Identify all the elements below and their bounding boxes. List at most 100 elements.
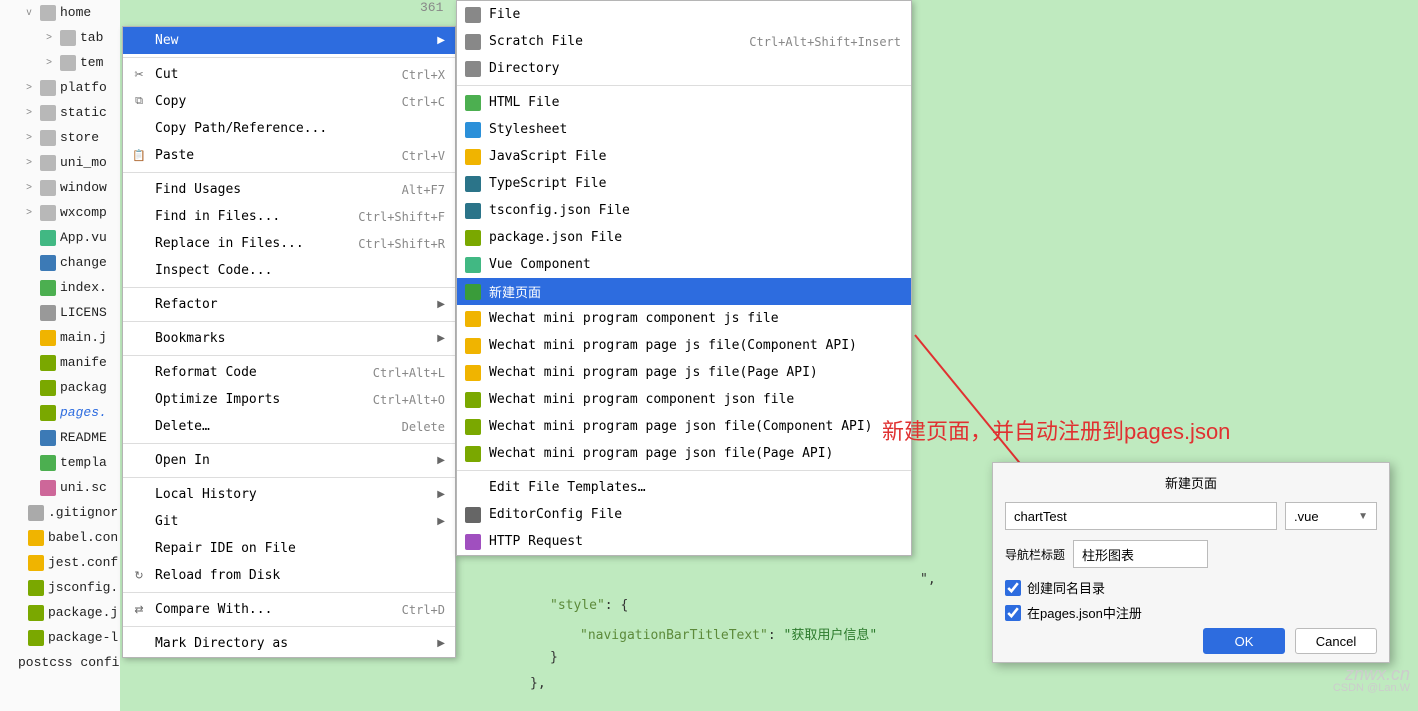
submenu-item[interactable]: JavaScript File [457,143,911,170]
folder-icon [60,30,76,46]
tree-item[interactable]: >platfo [0,75,120,100]
menu-item[interactable]: Find UsagesAlt+F7 [123,176,455,203]
tree-item-label: jest.conf [48,555,118,570]
submenu-item[interactable]: Wechat mini program page json file(Compo… [457,413,911,440]
tree-item[interactable]: vhome [0,0,120,25]
submenu-item[interactable]: Wechat mini program page json file(Page … [457,440,911,467]
submenu-item[interactable]: Wechat mini program component js file [457,305,911,332]
submenu-item[interactable]: Wechat mini program component json file [457,386,911,413]
tree-item[interactable]: postcss config is [0,650,120,675]
submenu-item[interactable]: Edit File Templates… [457,474,911,501]
menu-item[interactable]: Repair IDE on File [123,535,455,562]
tree-item[interactable]: change [0,250,120,275]
ok-button[interactable]: OK [1203,628,1285,654]
tree-item[interactable]: index. [0,275,120,300]
submenu-item[interactable]: Vue Component [457,251,911,278]
filetype-icon [465,338,481,354]
menu-label: Cut [155,67,394,82]
menu-label: Delete… [155,419,394,434]
submenu-item[interactable]: TypeScript File [457,170,911,197]
menu-item[interactable]: Mark Directory as▶ [123,630,455,657]
submenu-item[interactable]: EditorConfig File [457,501,911,528]
submenu-item[interactable]: File [457,1,911,28]
filetype-icon [465,176,481,192]
menu-item[interactable]: Reformat Code Ctrl+Alt+L [123,359,455,386]
submenu-item[interactable]: Wechat mini program page js file(Compone… [457,332,911,359]
menu-item[interactable]: Git▶ [123,508,455,535]
menu-item[interactable]: Open In▶ [123,447,455,474]
menu-item[interactable]: Bookmarks▶ [123,325,455,352]
cancel-button[interactable]: Cancel [1295,628,1377,654]
menu-item[interactable]: Refactor▶ [123,291,455,318]
menu-item[interactable]: 📋PasteCtrl+V [123,142,455,169]
filetype-icon [465,149,481,165]
tree-item[interactable]: main.j [0,325,120,350]
menu-item[interactable]: ↻Reload from Disk [123,562,455,589]
nav-title-label: 导航栏标题 [1005,546,1065,563]
extension-select[interactable]: .vue ▼ [1285,502,1377,530]
tree-item[interactable]: >tem [0,50,120,75]
submenu-item[interactable]: Wechat mini program page js file(Page AP… [457,359,911,386]
menu-icon: ⧉ [131,94,147,110]
tree-item[interactable]: README [0,425,120,450]
register-pages-checkbox[interactable] [1005,605,1021,621]
menu-item[interactable]: Copy Path/Reference... [123,115,455,142]
menu-label: Reformat Code [155,365,365,380]
submenu-item[interactable]: tsconfig.json File [457,197,911,224]
tree-item[interactable]: babel.con [0,525,120,550]
tree-item[interactable]: >store [0,125,120,150]
submenu-item[interactable]: Stylesheet [457,116,911,143]
annotation-text: 新建页面，并自动注册到pages.json [882,414,1230,446]
expand-arrow-icon: > [22,107,36,118]
page-name-input[interactable] [1005,502,1277,530]
tree-item[interactable]: >uni_mo [0,150,120,175]
menu-shortcut: Ctrl+Shift+F [358,210,445,224]
menu-item[interactable]: ✂CutCtrl+X [123,61,455,88]
menu-item[interactable]: ⇄Compare With...Ctrl+D [123,596,455,623]
tree-item[interactable]: package-l [0,625,120,650]
project-tree: vhome>tab>tem>platfo>static>store>uni_mo… [0,0,120,711]
menu-icon: ✂ [131,67,147,83]
menu-item[interactable]: Delete…Delete [123,413,455,440]
menu-item[interactable]: New▶ [123,27,455,54]
menu-item[interactable]: ⧉CopyCtrl+C [123,88,455,115]
tree-item[interactable]: .gitignor [0,500,120,525]
submenu-label: Stylesheet [489,122,901,137]
submenu-item[interactable]: 新建页面 [457,278,911,305]
tree-item[interactable]: jsconfig. [0,575,120,600]
menu-label: Mark Directory as [155,636,429,651]
submenu-item[interactable]: Directory [457,55,911,82]
tree-item[interactable]: >wxcomp [0,200,120,225]
submenu-item[interactable]: Scratch FileCtrl+Alt+Shift+Insert [457,28,911,55]
tree-item[interactable]: pages. [0,400,120,425]
tree-item[interactable]: App.vu [0,225,120,250]
filetype-icon [465,203,481,219]
tree-item[interactable]: >tab [0,25,120,50]
menu-item[interactable]: Optimize ImportsCtrl+Alt+O [123,386,455,413]
tree-item[interactable]: >window [0,175,120,200]
menu-item[interactable]: Local History▶ [123,481,455,508]
submenu-item[interactable]: package.json File [457,224,911,251]
tree-item-label: LICENS [60,305,107,320]
menu-item[interactable]: Replace in Files...Ctrl+Shift+R [123,230,455,257]
tree-item[interactable]: package.j [0,600,120,625]
menu-shortcut: Ctrl+Alt+L [373,366,445,380]
filetype-icon [465,95,481,111]
tree-item[interactable]: >static [0,100,120,125]
menu-item[interactable]: Inspect Code... [123,257,455,284]
create-dir-checkbox[interactable] [1005,580,1021,596]
tree-item[interactable]: packag [0,375,120,400]
tree-item[interactable]: jest.conf [0,550,120,575]
nav-title-input[interactable] [1073,540,1208,568]
submenu-label: File [489,7,901,22]
tree-item[interactable]: LICENS [0,300,120,325]
json-icon [28,630,44,646]
submenu-item[interactable]: HTTP Request [457,528,911,555]
tree-item[interactable]: manife [0,350,120,375]
filetype-icon [465,284,481,300]
menu-item[interactable]: Find in Files...Ctrl+Shift+F [123,203,455,230]
tree-item[interactable]: templa [0,450,120,475]
tree-item[interactable]: uni.sc [0,475,120,500]
expand-arrow-icon: > [22,157,36,168]
submenu-item[interactable]: HTML File [457,89,911,116]
